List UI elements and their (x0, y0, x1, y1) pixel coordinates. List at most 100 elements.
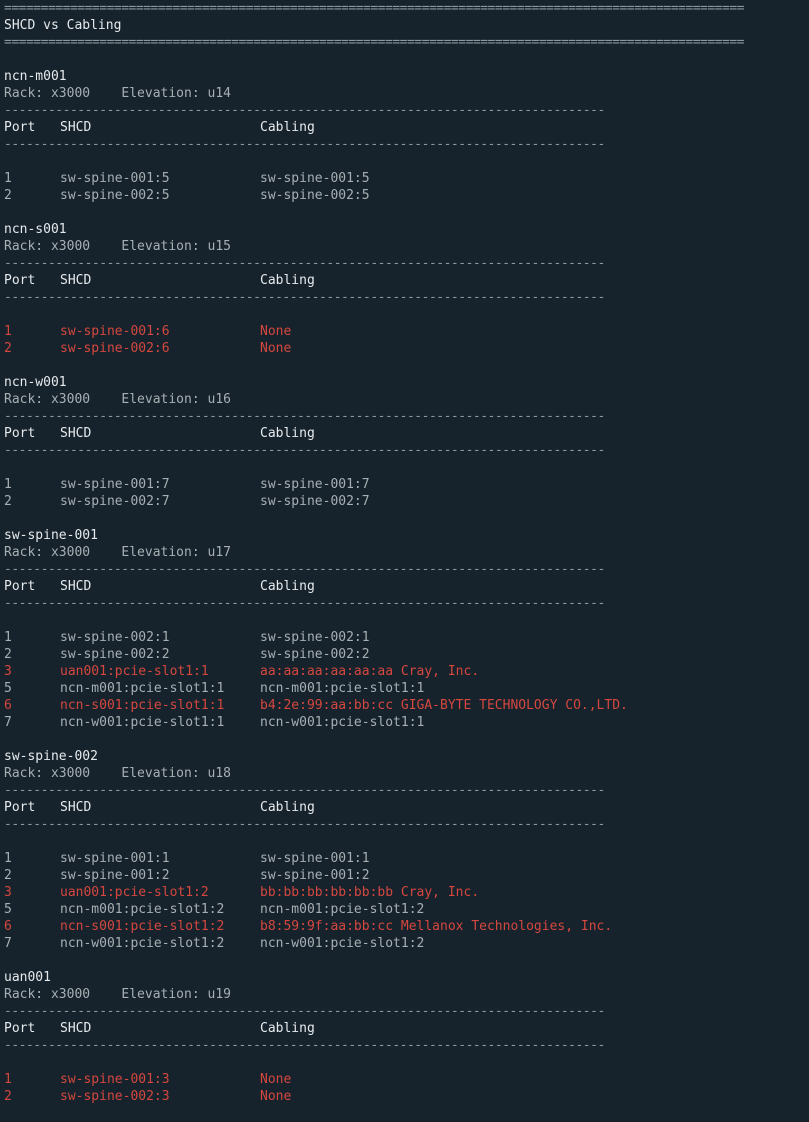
shcd-cell: sw-spine-002:7 (60, 494, 170, 509)
cabling-cell: aa:aa:aa:aa:aa:aa Cray, Inc. (260, 664, 480, 679)
shcd-column-header: SHCD (60, 1021, 92, 1036)
table-header: Port SHCD Cabling (4, 119, 809, 136)
cabling-cell: sw-spine-001:1 (260, 851, 370, 866)
terminal-output: ========================================… (4, 0, 809, 1122)
port-cell: 3 (4, 664, 12, 679)
cabling-cell: ncn-w001:pcie-slot1:1 (260, 715, 425, 730)
shcd-cell: sw-spine-001:2 (60, 868, 170, 883)
cabling-cell: ncn-m001:pcie-slot1:1 (260, 681, 425, 696)
table-row: 1 sw-spine-001:5 sw-spine-001:5 (4, 170, 809, 187)
table-header: Port SHCD Cabling (4, 799, 809, 816)
cabling-column-header: Cabling (260, 1021, 315, 1036)
table-row: 5 ncn-m001:pcie-slot1:2 ncn-m001:pcie-slot… (4, 901, 809, 918)
table-separator: ----------------------------------------… (4, 409, 605, 424)
table-row-mismatch: 3 uan001:pcie-slot1:2 bb:bb:bb:bb:bb:bb Cr… (4, 884, 809, 901)
device-name: ncn-m001 (4, 69, 67, 84)
shcd-cell: ncn-w001:pcie-slot1:1 (60, 715, 225, 730)
device-name: ncn-w001 (4, 375, 67, 390)
device-block-sw-spine-001: sw-spine-001 Rack: x3000 Elevation: u17 --… (4, 527, 809, 748)
table-separator: ----------------------------------------… (4, 1038, 605, 1053)
port-cell: 5 (4, 681, 12, 696)
table-separator: ----------------------------------------… (4, 443, 605, 458)
device-location: Rack: x3000 Elevation: u14 (4, 86, 231, 101)
shcd-column-header: SHCD (60, 273, 92, 288)
port-cell: 2 (4, 1089, 12, 1104)
shcd-column-header: SHCD (60, 800, 92, 815)
cabling-cell: None (260, 341, 292, 356)
port-column-header: Port (4, 273, 36, 288)
table-separator: ----------------------------------------… (4, 1004, 605, 1019)
shcd-cell: sw-spine-001:5 (60, 171, 170, 186)
table-separator: ----------------------------------------… (4, 256, 605, 271)
cabling-cell: None (260, 324, 292, 339)
table-separator: ----------------------------------------… (4, 103, 605, 118)
shcd-column-header: SHCD (60, 579, 92, 594)
shcd-cell: uan001:pcie-slot1:2 (60, 885, 209, 900)
table-row: 2 sw-spine-002:5 sw-spine-002:5 (4, 187, 809, 204)
table-row: 7 ncn-w001:pcie-slot1:1 ncn-w001:pcie-slot… (4, 714, 809, 731)
table-separator: ----------------------------------------… (4, 596, 605, 611)
port-cell: 2 (4, 647, 12, 662)
shcd-column-header: SHCD (60, 120, 92, 135)
device-block-ncn-w001: ncn-w001 Rack: x3000 Elevation: u16 ------… (4, 374, 809, 527)
table-header: Port SHCD Cabling (4, 272, 809, 289)
cabling-cell: sw-spine-002:7 (260, 494, 370, 509)
shcd-cell: sw-spine-002:6 (60, 341, 170, 356)
port-cell: 2 (4, 494, 12, 509)
port-cell: 2 (4, 868, 12, 883)
cabling-cell: sw-spine-001:7 (260, 477, 370, 492)
shcd-cell: uan001:pcie-slot1:1 (60, 664, 209, 679)
cabling-cell: sw-spine-002:5 (260, 188, 370, 203)
table-separator: ----------------------------------------… (4, 562, 605, 577)
device-block-uan001: uan001 Rack: x3000 Elevation: u19 --------… (4, 969, 809, 1122)
cabling-cell: ncn-m001:pcie-slot1:2 (260, 902, 425, 917)
cabling-cell: sw-spine-001:2 (260, 868, 370, 883)
cabling-cell: sw-spine-002:1 (260, 630, 370, 645)
table-separator: ----------------------------------------… (4, 290, 605, 305)
table-separator: ----------------------------------------… (4, 783, 605, 798)
port-cell: 7 (4, 936, 12, 951)
cabling-cell: ncn-w001:pcie-slot1:2 (260, 936, 425, 951)
top-separator: ========================================… (4, 1, 745, 16)
shcd-cell: ncn-m001:pcie-slot1:2 (60, 902, 225, 917)
table-row: 7 ncn-w001:pcie-slot1:2 ncn-w001:pcie-slot… (4, 935, 809, 952)
table-separator: ----------------------------------------… (4, 817, 605, 832)
port-cell: 1 (4, 171, 12, 186)
table-row-mismatch: 3 uan001:pcie-slot1:1 aa:aa:aa:aa:aa:aa Cr… (4, 663, 809, 680)
cabling-cell: None (260, 1072, 292, 1087)
port-column-header: Port (4, 800, 36, 815)
shcd-cell: sw-spine-001:1 (60, 851, 170, 866)
device-location: Rack: x3000 Elevation: u16 (4, 392, 231, 407)
shcd-column-header: SHCD (60, 426, 92, 441)
port-cell: 1 (4, 477, 12, 492)
table-header: Port SHCD Cabling (4, 1020, 809, 1037)
device-block-sw-spine-002: sw-spine-002 Rack: x3000 Elevation: u18 --… (4, 748, 809, 969)
port-cell: 1 (4, 324, 12, 339)
port-cell: 2 (4, 188, 12, 203)
table-row-mismatch: 6 ncn-s001:pcie-slot1:1 b4:2e:99:aa:bb:cc … (4, 697, 809, 714)
device-block-ncn-m001: ncn-m001 Rack: x3000 Elevation: u14 ------… (4, 68, 809, 221)
shcd-cell: sw-spine-002:3 (60, 1089, 170, 1104)
port-cell: 5 (4, 902, 12, 917)
shcd-cell: ncn-w001:pcie-slot1:2 (60, 936, 225, 951)
port-cell: 2 (4, 341, 12, 356)
table-row: 1 sw-spine-001:1 sw-spine-001:1 (4, 850, 809, 867)
device-name: sw-spine-001 (4, 528, 98, 543)
report-title: SHCD vs Cabling (4, 18, 122, 33)
table-row: 1 sw-spine-001:7 sw-spine-001:7 (4, 476, 809, 493)
port-cell: 1 (4, 630, 12, 645)
port-cell: 3 (4, 885, 12, 900)
port-cell: 7 (4, 715, 12, 730)
device-block-ncn-s001: ncn-s001 Rack: x3000 Elevation: u15 ------… (4, 221, 809, 374)
table-header: Port SHCD Cabling (4, 578, 809, 595)
device-location: Rack: x3000 Elevation: u19 (4, 987, 231, 1002)
